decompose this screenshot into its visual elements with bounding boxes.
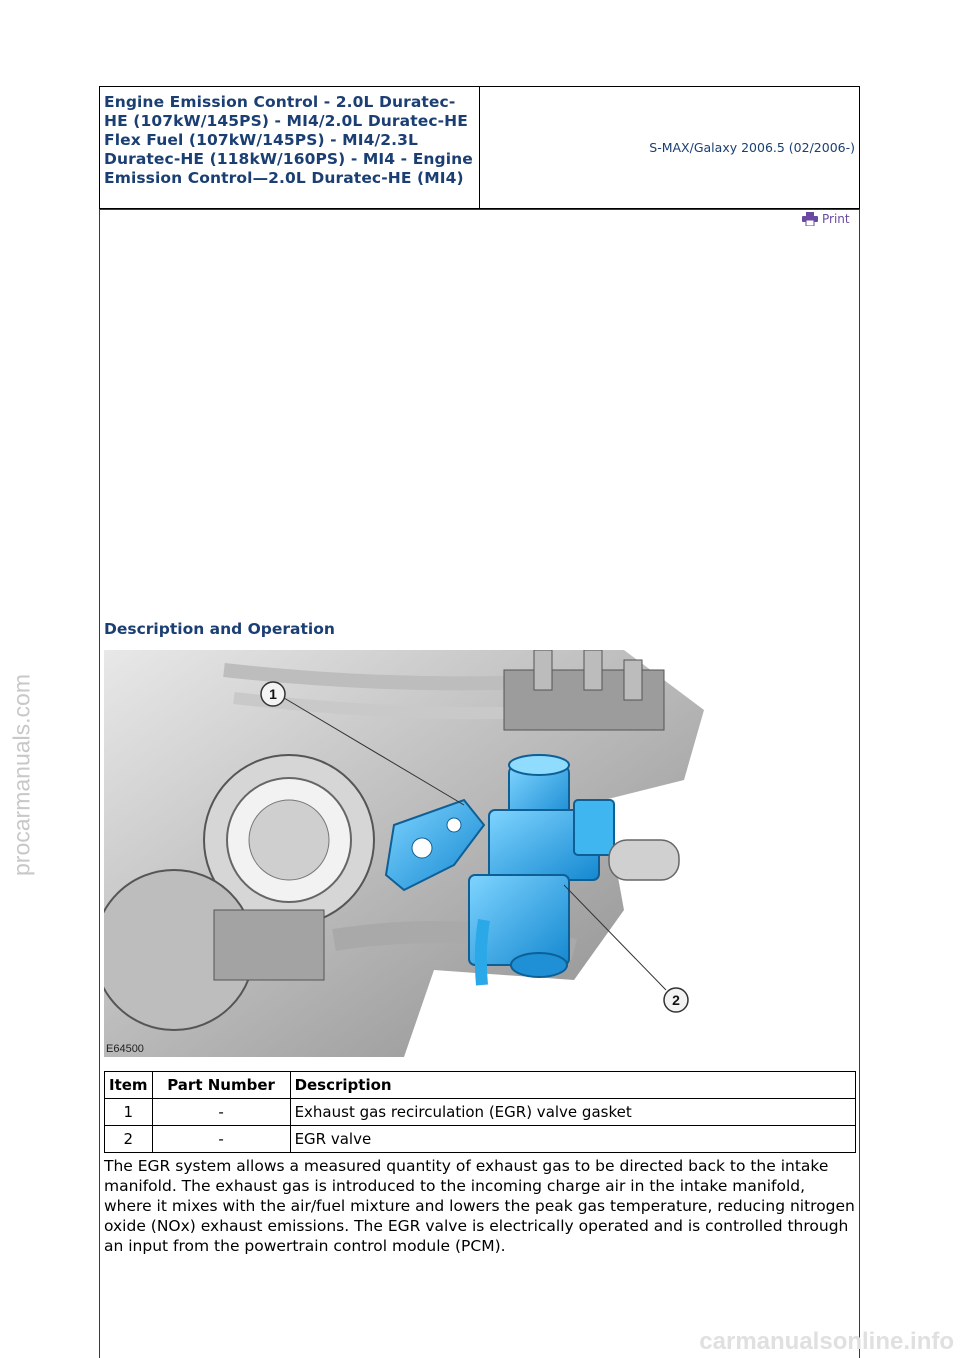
column-header-part-number: Part Number bbox=[151, 1071, 291, 1099]
column-header-description: Description bbox=[289, 1071, 857, 1099]
vehicle-model: S-MAX/Galaxy 2006.5 (02/2006-) bbox=[649, 140, 855, 155]
description-cell: EGR valve bbox=[289, 1125, 857, 1153]
part-number-cell: - bbox=[151, 1098, 291, 1126]
print-label: Print bbox=[822, 212, 850, 226]
printer-icon bbox=[802, 212, 818, 227]
document-title: Engine Emission Control - 2.0L Duratec-H… bbox=[100, 87, 480, 208]
part-number-cell: - bbox=[151, 1125, 291, 1153]
column-header-item: Item bbox=[104, 1071, 153, 1099]
item-cell: 2 bbox=[104, 1125, 153, 1153]
table-row: 2 - EGR valve bbox=[104, 1125, 857, 1153]
content-frame-top bbox=[99, 209, 860, 210]
header-table: Engine Emission Control - 2.0L Duratec-H… bbox=[99, 86, 860, 209]
egr-valve-illustration: 1 2 E64500 bbox=[104, 650, 856, 1057]
callout-1: 1 bbox=[260, 681, 286, 707]
watermark-bottom: carmanualsonline.info bbox=[699, 1328, 954, 1355]
parts-table: Item Part Number Description 1 - Exhaust… bbox=[104, 1071, 857, 1153]
callout-2-label: 2 bbox=[672, 992, 680, 1008]
content-frame-right bbox=[859, 209, 860, 1358]
table-header-row: Item Part Number Description bbox=[104, 1071, 857, 1099]
print-link[interactable]: Print bbox=[802, 212, 850, 227]
description-paragraph: The EGR system allows a measured quantit… bbox=[104, 1157, 855, 1255]
callout-2: 2 bbox=[663, 987, 689, 1013]
section-title: Description and Operation bbox=[104, 620, 335, 638]
content-frame-left bbox=[99, 209, 100, 1358]
description-cell: Exhaust gas recirculation (EGR) valve ga… bbox=[289, 1098, 857, 1126]
item-cell: 1 bbox=[104, 1098, 153, 1126]
watermark-left: procarmanuals.com bbox=[8, 674, 35, 876]
figure-label: E64500 bbox=[106, 1043, 144, 1055]
callout-1-label: 1 bbox=[269, 686, 277, 702]
table-row: 1 - Exhaust gas recirculation (EGR) valv… bbox=[104, 1098, 857, 1126]
